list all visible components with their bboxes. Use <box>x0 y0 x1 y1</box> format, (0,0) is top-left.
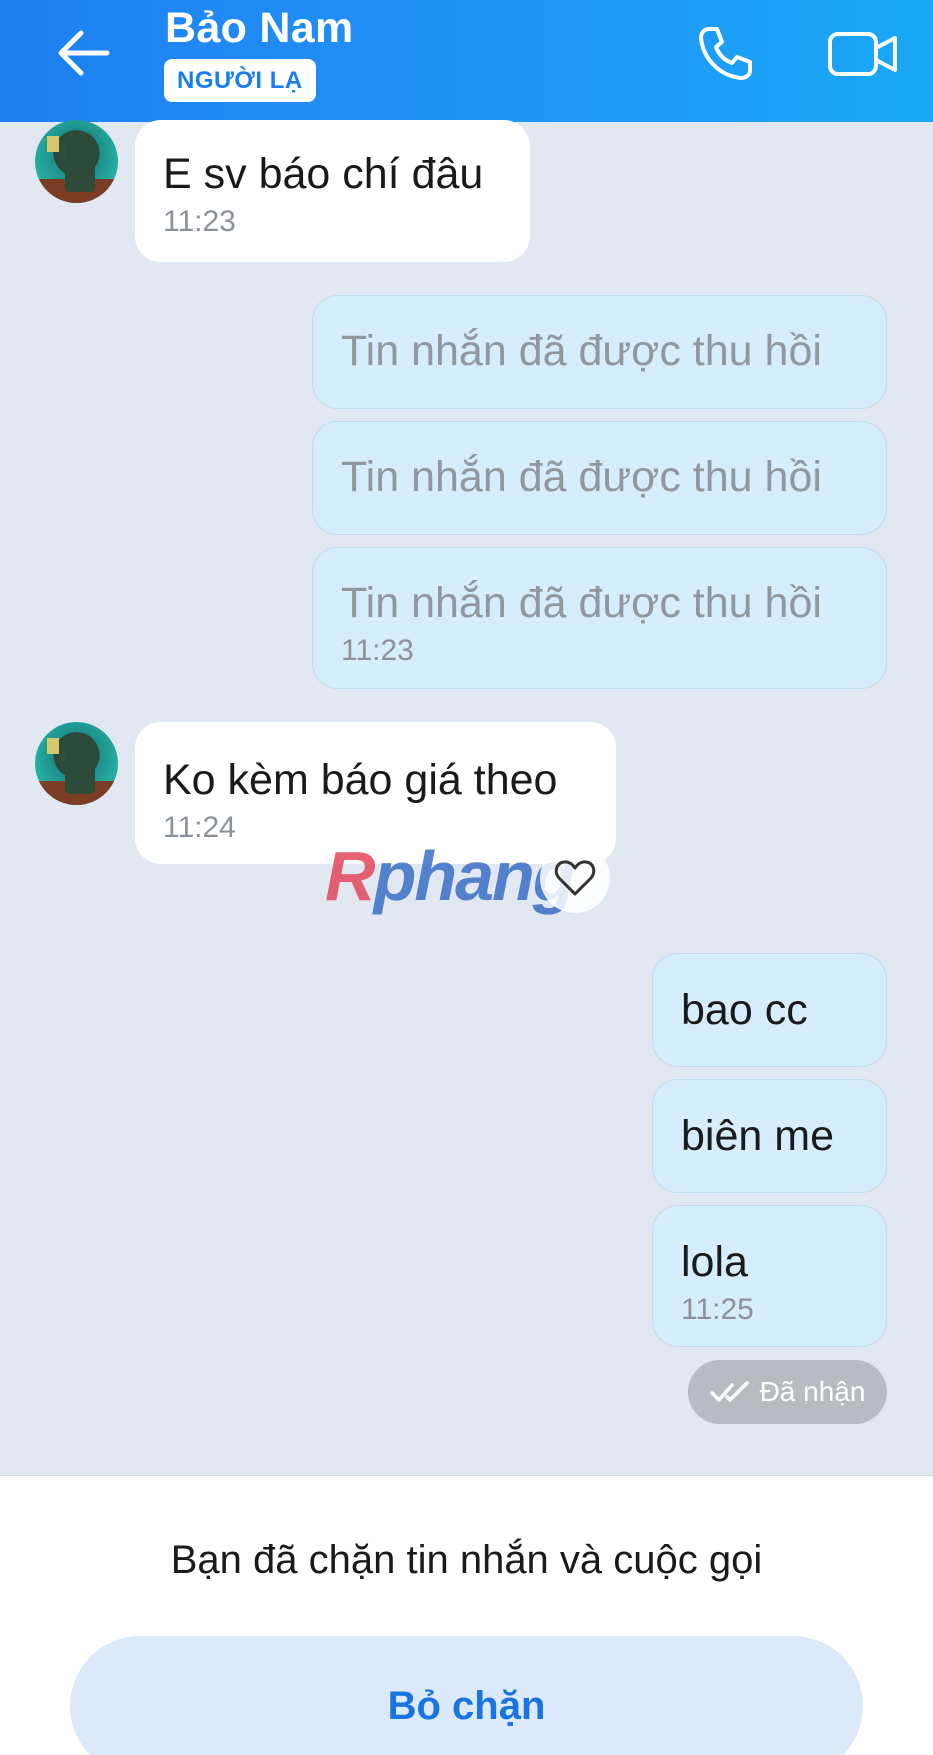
status-label: Đã nhận <box>759 1376 866 1407</box>
contact-avatar[interactable] <box>35 120 118 203</box>
message-text: Tin nhắn đã được thu hồi <box>341 453 822 501</box>
double-check-icon <box>709 1381 749 1402</box>
stranger-badge: NGƯỜI LẠ <box>164 59 316 102</box>
message-bubble-outgoing[interactable]: Tin nhắn đã được thu hồi <box>312 295 887 409</box>
message-time: 11:25 <box>681 1293 754 1326</box>
message-text: bao cc <box>681 986 808 1034</box>
block-message: Bạn đã chặn tin nhắn và cuộc gọi <box>170 1538 763 1582</box>
back-arrow-icon <box>58 30 110 76</box>
message-bubble-outgoing[interactable]: lola 11:25 <box>652 1205 887 1347</box>
message-text: E sv báo chí đâu <box>163 150 484 198</box>
message-bubble-outgoing[interactable]: bao cc <box>652 953 887 1067</box>
message-bubble-outgoing[interactable]: biên me <box>652 1079 887 1193</box>
reaction-button[interactable] <box>540 843 610 913</box>
phone-icon <box>699 27 752 80</box>
message-bubble-outgoing[interactable]: Tin nhắn đã được thu hồi <box>312 421 887 535</box>
message-text: Tin nhắn đã được thu hồi <box>341 579 822 627</box>
watermark-logo: Rphang <box>325 837 576 915</box>
heart-icon <box>554 860 596 896</box>
back-button[interactable] <box>48 22 118 84</box>
voice-call-button[interactable] <box>690 20 760 86</box>
contact-name[interactable]: Bảo Nam <box>165 4 353 53</box>
message-time: 11:23 <box>163 205 236 238</box>
message-bubble-outgoing[interactable]: Tin nhắn đã được thu hồi 11:23 <box>312 547 887 689</box>
received-status-badge: Đã nhận <box>688 1360 887 1424</box>
message-text: Ko kèm báo giá theo <box>163 756 558 804</box>
message-text: lola <box>681 1238 748 1286</box>
message-bubble-incoming[interactable]: E sv báo chí đâu 11:23 <box>135 120 530 262</box>
video-camera-icon <box>828 32 897 76</box>
unblock-button[interactable]: Bỏ chặn <box>70 1636 863 1755</box>
video-call-button[interactable] <box>823 20 903 86</box>
message-time: 11:23 <box>341 634 414 667</box>
block-notice-panel: Bạn đã chặn tin nhắn và cuộc gọi Bỏ chặn <box>0 1475 933 1755</box>
message-text: Tin nhắn đã được thu hồi <box>341 327 822 375</box>
chat-header: Bảo Nam NGƯỜI LẠ <box>0 0 933 122</box>
contact-avatar[interactable] <box>35 722 118 805</box>
message-text: biên me <box>681 1112 834 1160</box>
